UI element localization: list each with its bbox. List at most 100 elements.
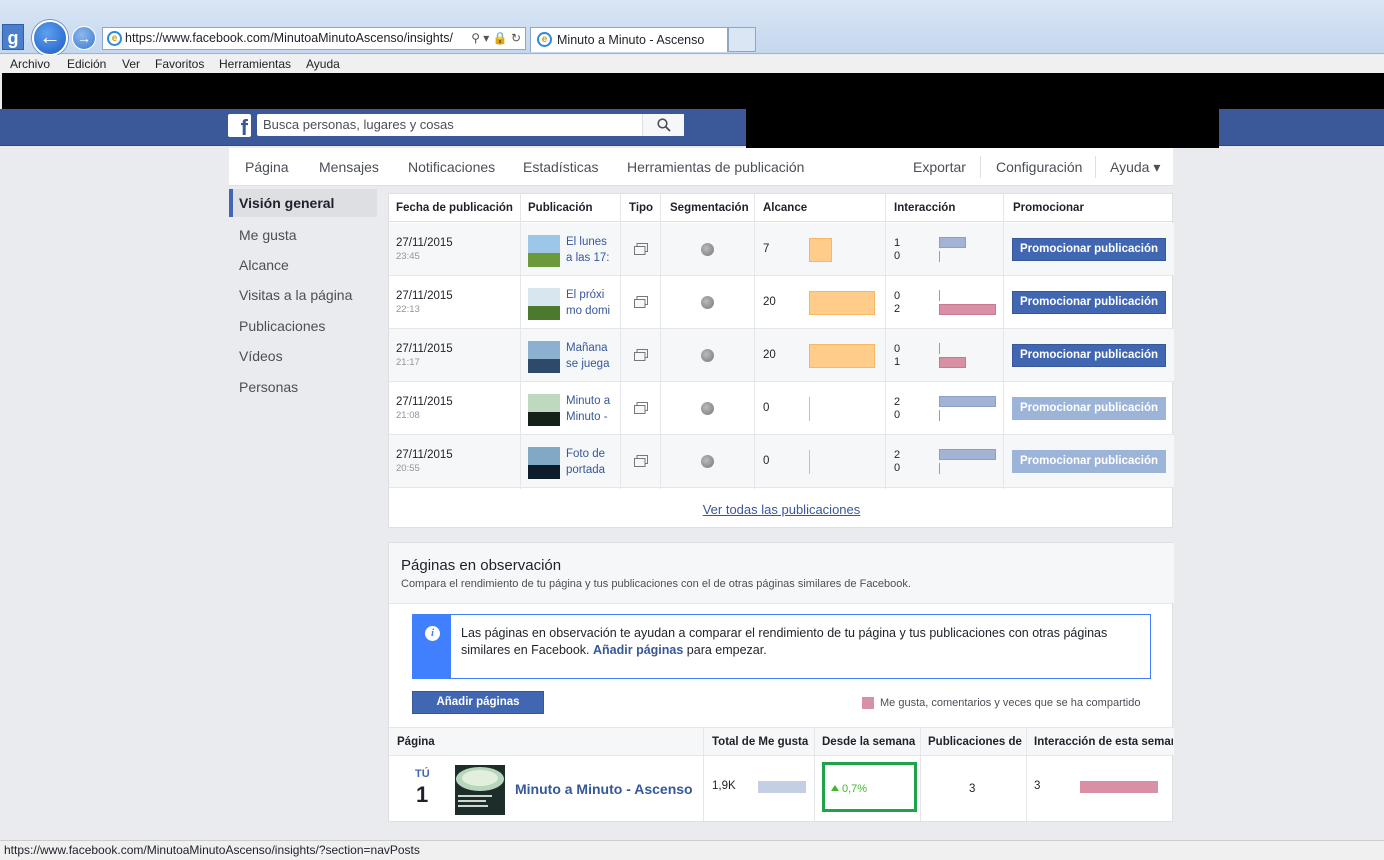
interaction-clicks-value: 2: [894, 396, 901, 408]
post-title-link[interactable]: El lunes a las 17:: [566, 235, 614, 267]
post-title-link[interactable]: Foto de portada: [566, 447, 614, 479]
column-divider: [1003, 194, 1004, 489]
col-promocionar: Promocionar: [1013, 202, 1084, 214]
nav-pagina[interactable]: Página: [245, 148, 289, 186]
photo-type-icon: [634, 349, 648, 361]
add-pages-link[interactable]: Añadir páginas: [593, 643, 683, 657]
pages-to-watch-header: Páginas en observación Compara el rendim…: [389, 543, 1174, 604]
sidebar-item-visitas[interactable]: Visitas a la página: [229, 281, 377, 309]
post-title-link[interactable]: El próxi mo domi: [566, 288, 614, 320]
menu-favoritos[interactable]: Favoritos: [155, 55, 204, 73]
promote-post-button[interactable]: Promocionar publicación: [1012, 397, 1166, 420]
menu-bar: Archivo Edición Ver Favoritos Herramient…: [0, 55, 1384, 73]
search-input[interactable]: Busca personas, lugares y cosas: [257, 114, 684, 136]
info-box: i Las páginas en observación te ayudan a…: [412, 614, 1151, 679]
col-alcance[interactable]: Alcance: [763, 202, 807, 214]
table-row: 27/11/2015 20:55 Foto de portada 0 2 0 Promoci…: [389, 435, 1174, 488]
divider: [980, 156, 981, 178]
post-title-link[interactable]: Mañana se juega: [566, 341, 614, 373]
sidebar-item-personas[interactable]: Personas: [229, 373, 377, 401]
you-label: TÚ: [415, 768, 430, 780]
table-row: 27/11/2015 21:17 Mañana se juega 20 0 1 Promoc…: [389, 329, 1174, 382]
address-tools-icon[interactable]: ⚲ ▾ 🔒 ↻: [471, 28, 521, 49]
col-publicaciones[interactable]: Publicaciones de: [928, 736, 1025, 748]
menu-archivo[interactable]: Archivo: [10, 55, 50, 73]
post-thumbnail[interactable]: [528, 394, 560, 426]
nav-herramientas-publicacion[interactable]: Herramientas de publicación: [627, 148, 804, 186]
col-tipo[interactable]: Tipo: [629, 202, 653, 214]
sidebar-item-vision-general[interactable]: Visión general: [229, 189, 377, 217]
search-button[interactable]: [642, 114, 684, 136]
post-thumbnail[interactable]: [528, 288, 560, 320]
promote-post-button[interactable]: Promocionar publicación: [1012, 238, 1166, 261]
photo-type-icon: [634, 296, 648, 308]
table-row: 27/11/2015 23:45 El lunes a las 17: 7 1 0 Prom…: [389, 223, 1174, 276]
search-icon: [656, 118, 671, 132]
interaction-clicks-value: 2: [894, 449, 901, 461]
photo-type-icon: [634, 402, 648, 414]
promote-post-button[interactable]: Promocionar publicación: [1012, 450, 1166, 473]
interaction-reactions-value: 0: [894, 462, 901, 474]
column-divider: [520, 194, 521, 489]
col-total-me-gusta[interactable]: Total de Me gusta: [712, 736, 815, 748]
promote-post-button[interactable]: Promocionar publicación: [1012, 344, 1166, 367]
post-date: 27/11/2015: [396, 290, 453, 302]
address-bar[interactable]: e https://www.facebook.com/MinutoaMinuto…: [102, 27, 526, 50]
column-divider: [620, 194, 621, 489]
new-tab-button[interactable]: [728, 27, 756, 52]
reach-value: 7: [763, 243, 770, 255]
posts-count-value: 3: [969, 783, 976, 795]
promote-post-button[interactable]: Promocionar publicación: [1012, 291, 1166, 314]
nav-configuracion[interactable]: Configuración: [996, 148, 1082, 186]
col-pagina[interactable]: Página: [397, 736, 435, 748]
nav-exportar[interactable]: Exportar: [913, 148, 966, 186]
menu-ver[interactable]: Ver: [122, 55, 140, 73]
interaction-value: 3: [1034, 780, 1041, 792]
globe-icon: [701, 402, 714, 415]
posts-table-header: Fecha de publicación Publicación Tipo Se…: [389, 194, 1174, 222]
sidebar-item-me-gusta[interactable]: Me gusta: [229, 221, 377, 249]
post-time: 22:13: [396, 304, 420, 315]
col-interaccion-semana[interactable]: Interacción de esta semar: [1034, 736, 1173, 748]
browser-tab[interactable]: e Minuto a Minuto - Ascenso: [530, 27, 728, 52]
column-divider: [885, 194, 886, 489]
nav-ayuda[interactable]: Ayuda ▾: [1110, 148, 1160, 186]
sidebar-item-videos[interactable]: Vídeos: [229, 342, 377, 370]
menu-herramientas[interactable]: Herramientas: [219, 55, 291, 73]
interaction-reactions-value: 0: [894, 409, 901, 421]
facebook-logo-icon[interactable]: f: [228, 114, 251, 137]
post-date: 27/11/2015: [396, 449, 453, 461]
globe-icon: [701, 296, 714, 309]
post-title-link[interactable]: Minuto a Minuto -: [566, 394, 614, 426]
menu-ayuda[interactable]: Ayuda: [306, 55, 340, 73]
menu-edicion[interactable]: Edición: [67, 55, 106, 73]
compare-table-header: Página Total de Me gusta Desde la semana…: [389, 727, 1174, 756]
col-segmentacion[interactable]: Segmentación: [670, 202, 749, 214]
photo-type-icon: [634, 455, 648, 467]
col-interaccion[interactable]: Interacción: [894, 202, 955, 214]
nav-mensajes[interactable]: Mensajes: [319, 148, 379, 186]
col-fecha[interactable]: Fecha de publicación: [396, 202, 513, 214]
posts-table: Fecha de publicación Publicación Tipo Se…: [388, 193, 1174, 528]
col-publicacion[interactable]: Publicación: [528, 202, 593, 214]
google-icon[interactable]: g: [2, 24, 24, 50]
sidebar-item-alcance[interactable]: Alcance: [229, 251, 377, 279]
post-time: 23:45: [396, 251, 420, 262]
info-stripe: i: [413, 615, 451, 678]
col-desde-semana[interactable]: Desde la semana: [822, 736, 918, 748]
post-thumbnail[interactable]: [528, 447, 560, 479]
browser-toolbar: g ← → e https://www.facebook.com/Minutoa…: [0, 0, 1384, 56]
nav-estadisticas[interactable]: Estadísticas: [523, 148, 598, 186]
add-pages-button[interactable]: Añadir páginas: [412, 691, 544, 714]
forward-button[interactable]: →: [72, 26, 96, 50]
column-divider: [754, 194, 755, 489]
back-button[interactable]: ←: [32, 20, 68, 56]
post-thumbnail[interactable]: [528, 235, 560, 267]
page-name-link[interactable]: Minuto a Minuto - Ascenso: [515, 781, 697, 797]
sidebar-item-publicaciones[interactable]: Publicaciones: [229, 312, 377, 340]
post-thumbnail[interactable]: [528, 341, 560, 373]
nav-notificaciones[interactable]: Notificaciones: [408, 148, 495, 186]
legend-swatch: [862, 697, 874, 709]
page-thumbnail[interactable]: [455, 765, 505, 815]
see-all-posts-link[interactable]: Ver todas las publicaciones: [389, 502, 1174, 517]
